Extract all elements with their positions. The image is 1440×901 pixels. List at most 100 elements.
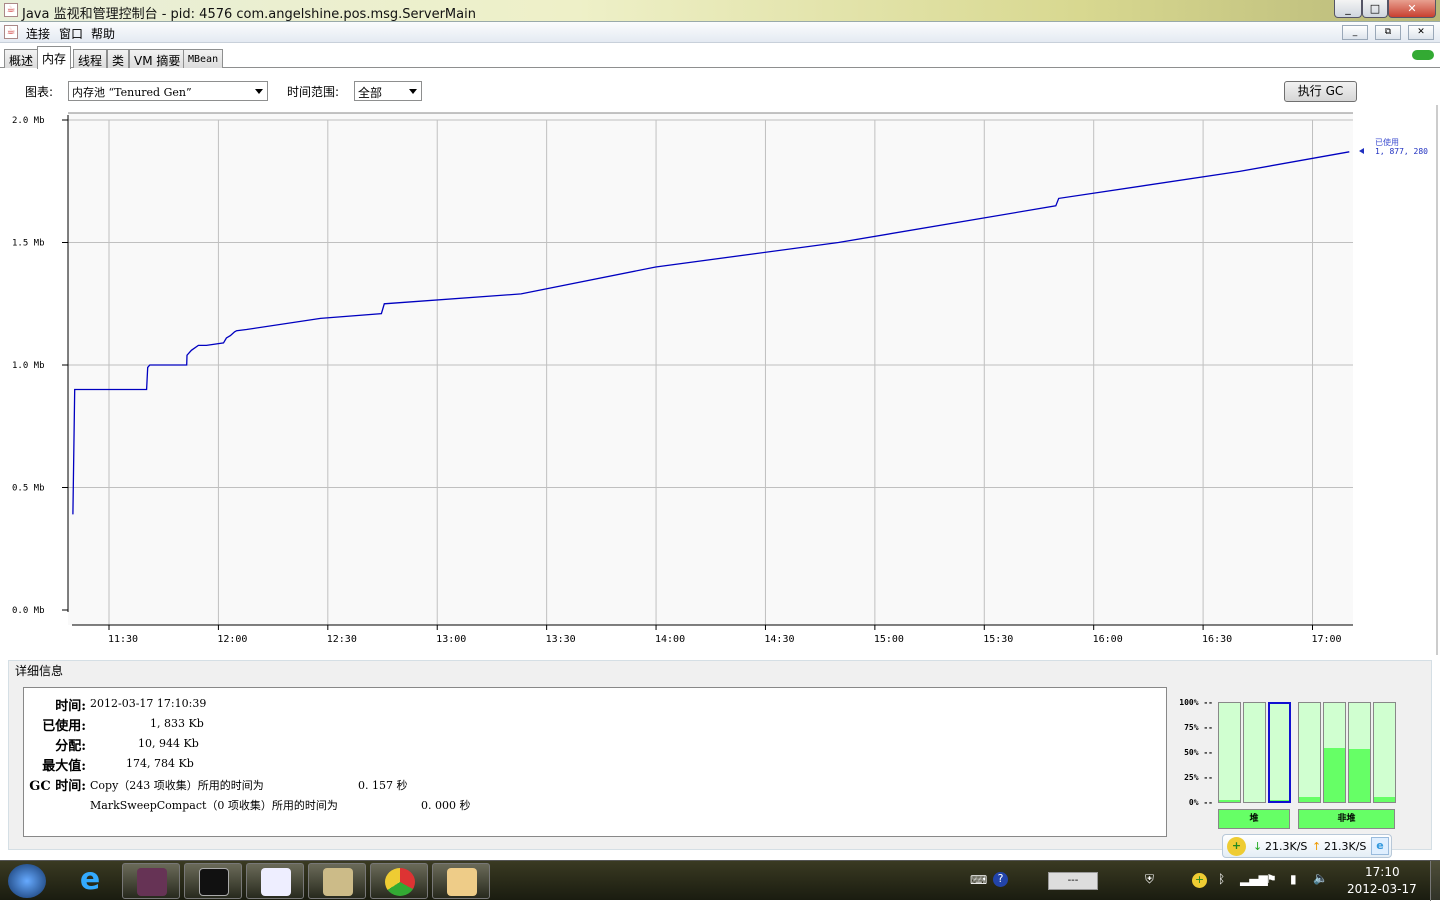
perform-gc-button[interactable]: 执行 GC [1284, 81, 1357, 102]
legend-label: 已使用 [1375, 137, 1399, 147]
percent-label: 50% -- [1184, 748, 1213, 757]
title-bar: ☕ Java 监视和管理控制台 - pid: 4576 com.angelshi… [0, 0, 1440, 22]
y-tick-label: 1.5 Mb [12, 239, 45, 249]
inner-close-button[interactable]: ✕ [1408, 25, 1434, 40]
show-desktop-button[interactable] [1430, 861, 1440, 901]
taskbar-cmd[interactable] [184, 863, 242, 899]
memory-pool-bar[interactable] [1323, 702, 1346, 803]
keyboard-icon[interactable]: ⌨ [970, 873, 987, 887]
minimize-button[interactable]: _ [1334, 0, 1362, 18]
bluetooth-icon[interactable]: ᛒ [1218, 872, 1225, 886]
time-label: 时间: [55, 699, 86, 714]
x-tick-label: 11:30 [108, 634, 138, 645]
committed-value: 10, 944 Kb [138, 737, 199, 750]
memory-pool-fill [1270, 800, 1289, 801]
y-tick-label: 1.0 Mb [12, 361, 45, 371]
java-icon [261, 868, 291, 896]
menu-window[interactable]: 窗口 [59, 25, 83, 42]
taskbar-paint[interactable] [308, 863, 366, 899]
time-range-select[interactable]: 全部 [354, 81, 422, 101]
gc-marksweep-text: MarkSweepCompact（0 项收集）所用的时间为 [90, 799, 338, 812]
memory-pool-bar[interactable] [1373, 702, 1396, 803]
chart-select[interactable]: 内存池 “Tenured Gen” [68, 81, 268, 101]
x-tick-label: 12:30 [327, 634, 357, 645]
x-tick-label: 13:00 [436, 634, 466, 645]
percent-label: 75% -- [1184, 723, 1213, 732]
time-range-label: 时间范围: [287, 85, 340, 99]
gc-copy-text: Copy（243 项收集）所用的时间为 [90, 779, 264, 792]
paint-icon [323, 868, 353, 896]
window-title: Java 监视和管理控制台 - pid: 4576 com.angelshine… [22, 7, 476, 22]
percent-label: 100% -- [1179, 698, 1213, 707]
time-range-value: 全部 [358, 86, 383, 100]
upload-arrow-icon: ↑ [1312, 840, 1322, 853]
tab-overview[interactable]: 概述 [4, 49, 39, 68]
volume-icon[interactable]: 🔈 [1313, 871, 1328, 885]
ie-taskbar-icon[interactable]: e [74, 865, 106, 897]
ie-icon[interactable]: e [1371, 837, 1389, 855]
used-label: 已使用: [42, 719, 86, 734]
details-box: 时间: 2012-03-17 17:10:39 已使用: 1, 833 Kb 分… [23, 687, 1167, 837]
download-speed: 21.3K/S [1265, 840, 1308, 853]
help-icon[interactable]: ? [993, 872, 1008, 887]
taskbar-chrome[interactable] [370, 863, 428, 899]
memory-pool-bar[interactable] [1218, 702, 1241, 803]
folder-icon [447, 868, 477, 896]
chevron-down-icon [409, 89, 417, 98]
x-tick-label: 13:30 [546, 634, 576, 645]
memory-pool-fill [1349, 748, 1370, 802]
memory-pool-bar[interactable] [1348, 702, 1371, 803]
input-method[interactable]: --- [1048, 872, 1098, 890]
signal-icon[interactable]: ▂▄▆ [1240, 872, 1268, 886]
close-button[interactable]: ✕ [1388, 0, 1436, 18]
tab-memory[interactable]: 内存 [37, 46, 72, 69]
memory-pool-bar[interactable] [1298, 702, 1321, 803]
tab-vm-summary[interactable]: VM 摘要 [129, 49, 186, 68]
percent-label: 25% -- [1184, 773, 1213, 782]
tab-classes[interactable]: 类 [107, 49, 130, 68]
chrome-icon [385, 868, 415, 896]
max-value: 174, 784 Kb [126, 757, 194, 770]
start-button[interactable] [8, 864, 46, 898]
heap-button[interactable]: 堆 [1218, 809, 1290, 829]
flag-icon[interactable]: ⚑ [1266, 872, 1277, 886]
x-tick-label: 17:00 [1311, 634, 1341, 645]
power-icon[interactable]: ▮ [1290, 872, 1297, 886]
download-arrow-icon: ↓ [1253, 840, 1263, 853]
menu-bar: ☕ 连接 窗口 帮助 _ ⧉ ✕ [0, 22, 1440, 43]
taskbar-javaee-ide[interactable] [122, 863, 180, 899]
360-tray-icon[interactable]: + [1192, 873, 1207, 888]
x-tick-label: 14:30 [764, 634, 794, 645]
gc-time-label: GC 时间: [29, 779, 86, 794]
chart-label: 图表: [25, 85, 54, 99]
tab-threads[interactable]: 线程 [73, 49, 108, 68]
360-icon: + [1227, 837, 1246, 856]
inner-restore-button[interactable]: ⧉ [1375, 25, 1401, 40]
shield-icon[interactable]: ⛨ [1145, 872, 1154, 887]
connection-icon [1412, 50, 1434, 60]
memory-pool-bar[interactable] [1268, 702, 1291, 803]
taskbar-explorer[interactable] [432, 863, 490, 899]
menu-connection[interactable]: 连接 [26, 25, 50, 42]
legend-marker-icon [1359, 148, 1364, 154]
maximize-button[interactable]: □ [1362, 0, 1388, 18]
clock-time[interactable]: 17:10 [1365, 865, 1400, 879]
memory-pool-fill [1299, 797, 1320, 802]
menu-help[interactable]: 帮助 [91, 25, 115, 42]
gc-copy-value: 0. 157 秒 [358, 779, 408, 792]
x-tick-label: 15:00 [874, 634, 904, 645]
time-value: 2012-03-17 17:10:39 [90, 697, 207, 710]
eclipse-icon [137, 868, 167, 896]
x-tick-label: 15:30 [983, 634, 1013, 645]
x-tick-label: 12:00 [217, 634, 247, 645]
memory-chart: 0.0 Mb 0.5 Mb 1.0 Mb 1.5 Mb 2.0 Mb 11:30 12:00… [12, 105, 1438, 655]
tab-mbean[interactable]: MBean [183, 49, 224, 68]
memory-pool-fill [1219, 800, 1240, 802]
memory-pool-bar[interactable] [1243, 702, 1266, 803]
upload-speed: 21.3K/S [1324, 840, 1367, 853]
non-heap-button[interactable]: 非堆 [1298, 809, 1395, 829]
taskbar-jconsole[interactable] [246, 863, 304, 899]
inner-minimize-button[interactable]: _ [1342, 25, 1368, 40]
clock-date[interactable]: 2012-03-17 [1347, 882, 1417, 896]
x-tick-label: 16:00 [1093, 634, 1123, 645]
